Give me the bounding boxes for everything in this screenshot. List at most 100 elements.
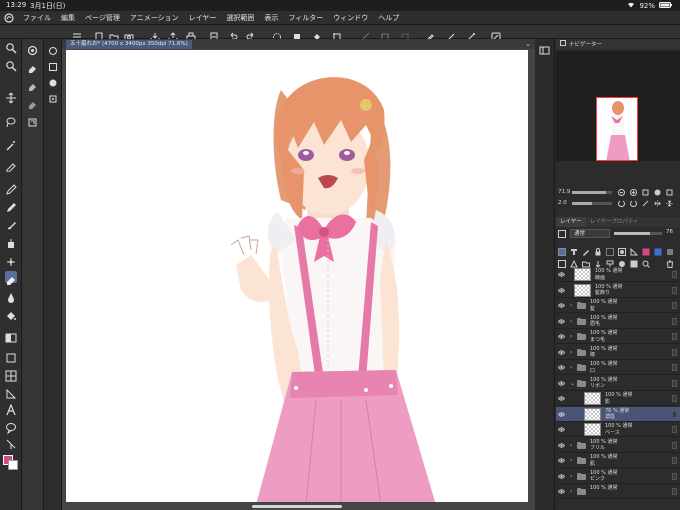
brush-shape-icon[interactable]: [48, 57, 58, 71]
layer-row[interactable]: › 100 % 通常肌: [556, 453, 680, 468]
chevron-right-icon[interactable]: ›: [570, 457, 575, 464]
app-logo-icon[interactable]: [0, 11, 18, 25]
apply-mask-icon[interactable]: [630, 253, 638, 268]
layer-lock-toggle[interactable]: [672, 457, 677, 464]
chevron-down-icon[interactable]: ⌄: [525, 40, 531, 48]
drawing-canvas[interactable]: [66, 50, 528, 502]
open-file-icon[interactable]: [109, 27, 119, 42]
chevron-right-icon[interactable]: ›: [570, 333, 575, 340]
opacity-icon[interactable]: [48, 73, 58, 87]
layer-row[interactable]: › 100 % 通常 フリル: [556, 438, 680, 453]
chevron-right-icon[interactable]: ›: [570, 349, 575, 356]
menu-edit[interactable]: 編集: [56, 13, 80, 23]
eye-icon[interactable]: [558, 349, 565, 356]
eraser-hard-icon[interactable]: [27, 41, 38, 56]
eye-icon[interactable]: [558, 271, 565, 278]
layer-row[interactable]: 100 % 通常 髪飾り: [556, 283, 680, 298]
figure-icon[interactable]: [5, 349, 17, 363]
print-icon[interactable]: [186, 27, 196, 41]
balloon-icon[interactable]: [5, 419, 17, 435]
chevron-right-icon[interactable]: ›: [570, 302, 575, 309]
fill-area-icon[interactable]: [292, 27, 302, 40]
layer-row[interactable]: › 100 % 通常髪: [556, 298, 680, 313]
special-ruler-icon[interactable]: [466, 27, 476, 42]
rotate-left-icon[interactable]: [618, 200, 625, 208]
chevron-right-icon[interactable]: ›: [570, 488, 575, 495]
correct-line-icon[interactable]: [5, 435, 17, 449]
opacity-slider[interactable]: [614, 232, 662, 235]
deselect-icon[interactable]: [360, 27, 370, 42]
layer-lock-toggle[interactable]: [672, 379, 677, 387]
undo-icon[interactable]: [228, 27, 238, 40]
clip-layer-icon[interactable]: [558, 241, 566, 256]
layer-row[interactable]: 100 % 通常影: [556, 391, 680, 406]
menu-file[interactable]: ファイル: [18, 13, 56, 23]
layer-row[interactable]: › 100 % 通常 まつ毛: [556, 329, 680, 344]
flip-vertical-icon[interactable]: [666, 200, 673, 207]
rotation-slider[interactable]: [572, 202, 612, 205]
eye-icon[interactable]: [558, 411, 565, 418]
zoom-out-icon[interactable]: [618, 189, 625, 196]
camera-icon[interactable]: [124, 27, 134, 41]
quick-access-icon[interactable]: [491, 27, 501, 42]
gradient-icon[interactable]: [5, 329, 17, 343]
menu-help[interactable]: ヘルプ: [373, 13, 404, 23]
selection-border-icon[interactable]: [400, 27, 410, 41]
eye-icon[interactable]: [558, 287, 565, 294]
lasso-icon[interactable]: [5, 113, 17, 128]
brush-icon[interactable]: [5, 217, 17, 230]
merge-down-icon[interactable]: [606, 253, 614, 267]
layer-menu-icon[interactable]: [666, 241, 674, 255]
eye-icon[interactable]: [558, 380, 565, 387]
transfer-down-icon[interactable]: [594, 253, 602, 268]
menu-animation[interactable]: アニメーション: [125, 13, 184, 23]
chevron-right-icon[interactable]: ›: [570, 442, 575, 449]
chevron-down-icon[interactable]: ⌄: [570, 380, 575, 387]
canvas-tab[interactable]: 五十嵐れお* (4700 x 3400px 350dpi 71.6%): [66, 40, 192, 49]
eraser-soft-icon[interactable]: [27, 59, 38, 73]
layer-lock-toggle[interactable]: [672, 364, 677, 371]
layer-lock-toggle[interactable]: [672, 395, 677, 402]
layer-lock-toggle[interactable]: [672, 488, 677, 495]
chevron-right-icon[interactable]: ›: [570, 473, 575, 480]
layer-lock-toggle[interactable]: [672, 333, 677, 340]
paint-bucket-icon[interactable]: [312, 27, 322, 40]
draft-layer-icon[interactable]: [582, 241, 590, 256]
eye-icon[interactable]: [558, 395, 565, 402]
menu-selection[interactable]: 選択範囲: [221, 13, 259, 23]
text-icon[interactable]: [5, 401, 17, 416]
actual-size-icon[interactable]: [654, 189, 661, 196]
eye-icon[interactable]: [558, 442, 565, 449]
export-icon[interactable]: [168, 27, 178, 42]
layer-row[interactable]: › 100 % 通常: [556, 484, 680, 499]
eraser-icon[interactable]: [5, 271, 17, 285]
frame-icon[interactable]: [5, 367, 17, 382]
brush-size-icon[interactable]: [48, 41, 58, 55]
zoom-slider[interactable]: [572, 191, 612, 194]
layer-color-icon[interactable]: [558, 230, 566, 240]
decoration-icon[interactable]: [5, 253, 17, 266]
layer-lock-toggle[interactable]: [672, 410, 677, 418]
chevron-right-icon[interactable]: ›: [570, 318, 575, 325]
sub-color-swatch[interactable]: [8, 460, 18, 470]
redo-icon[interactable]: [246, 27, 256, 40]
layer-lock-toggle[interactable]: [672, 472, 677, 480]
blend-icon[interactable]: [5, 289, 17, 303]
create-mask-icon[interactable]: [618, 253, 626, 267]
zoom-icon[interactable]: [5, 39, 17, 54]
trash-icon[interactable]: [666, 253, 674, 268]
fill-icon[interactable]: [5, 307, 17, 320]
menu-window[interactable]: ウィンドウ: [328, 13, 373, 23]
new-vector-layer-icon[interactable]: [570, 253, 578, 268]
eye-icon[interactable]: [558, 457, 565, 464]
layer-row[interactable]: ⌄ 100 % 通常 リボン: [556, 376, 680, 391]
eyedropper-icon[interactable]: [5, 157, 17, 173]
layer-row[interactable]: › 100 % 通常口: [556, 360, 680, 375]
move-icon[interactable]: [5, 89, 17, 104]
layer-color-toggle-icon[interactable]: [654, 241, 662, 256]
layer-search-icon[interactable]: [642, 253, 650, 268]
layer-row[interactable]: 76 % 通常 濃陰: [556, 406, 680, 422]
layer-row[interactable]: › 100 % 通常 ピンク: [556, 469, 680, 484]
pdf-icon[interactable]: [209, 27, 219, 42]
eye-icon[interactable]: [558, 318, 565, 325]
